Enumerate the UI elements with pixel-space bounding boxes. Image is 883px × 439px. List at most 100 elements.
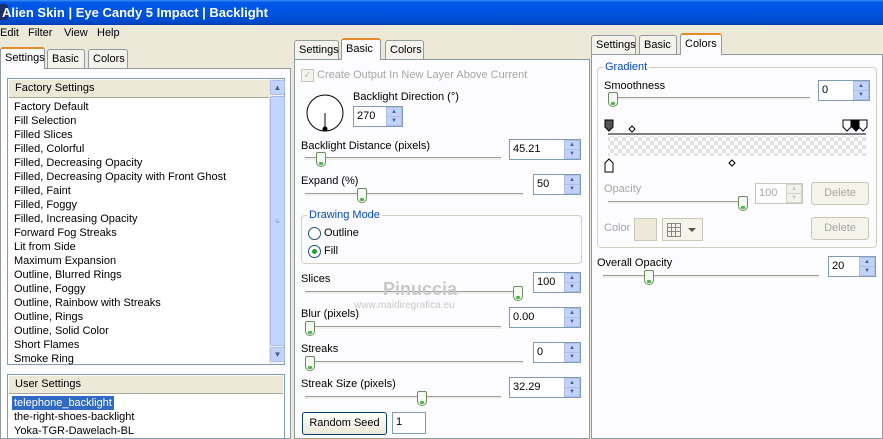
tab-basic-left[interactable]: Basic — [47, 49, 85, 69]
gradient-editor[interactable] — [602, 117, 870, 175]
title-bar[interactable]: Alien Skin | Eye Candy 5 Impact | Backli… — [0, 0, 883, 25]
menu-bar: Edit Filter View Help — [0, 25, 883, 43]
palette-grid-icon — [667, 223, 696, 237]
factory-setting-item[interactable]: Filled, Increasing Opacity — [14, 212, 138, 226]
random-seed-value: 1 — [396, 416, 403, 428]
blur-slider[interactable] — [305, 321, 315, 336]
color-picker-button[interactable] — [662, 218, 703, 241]
menu-edit[interactable]: Edit — [0, 27, 19, 39]
tab-basic-right[interactable]: Basic — [639, 35, 677, 55]
delete-color-button[interactable]: Delete — [811, 217, 869, 240]
streak-size-slider[interactable] — [416, 391, 427, 406]
streaks-spinner[interactable]: 0 ▲ ▼ — [533, 342, 581, 363]
smoothness-slider[interactable] — [608, 92, 618, 107]
streaks-track — [305, 361, 523, 365]
factory-setting-item[interactable]: Outline, Rings — [14, 310, 83, 324]
user-setting-item[interactable]: the-right-shoes-backlight — [14, 410, 134, 424]
slices-spinner[interactable]: 100 ▲ ▼ — [533, 272, 581, 293]
factory-setting-item[interactable]: Filled, Faint — [14, 184, 71, 198]
delete-opacity-button[interactable]: Delete — [811, 182, 869, 205]
opacity-value: 100 — [759, 187, 778, 199]
factory-setting-item[interactable]: Outline, Blurred Rings — [14, 268, 122, 282]
direction-dial[interactable] — [305, 93, 345, 133]
random-seed-button[interactable]: Random Seed — [302, 412, 387, 435]
opacity-track — [608, 201, 748, 205]
color-label: Color — [604, 222, 631, 234]
factory-setting-item[interactable]: Forward Fog Streaks — [14, 226, 117, 240]
tab-colors-right[interactable]: Colors — [680, 33, 722, 55]
spin-down-icon[interactable]: ▼ — [564, 352, 580, 362]
expand-label: Expand (%) — [301, 175, 359, 187]
backlight-direction-spinner[interactable]: 270 ▲ ▼ — [353, 106, 403, 127]
tab-colors-left[interactable]: Colors — [88, 49, 128, 69]
spin-down-icon[interactable]: ▼ — [386, 116, 402, 126]
spin-down-icon[interactable]: ▼ — [564, 184, 580, 194]
factory-setting-item[interactable]: Filled, Decreasing Opacity — [14, 156, 142, 170]
factory-setting-item[interactable]: Smoke Ring — [14, 352, 74, 366]
menu-view[interactable]: View — [64, 27, 88, 39]
fill-radio[interactable] — [308, 245, 321, 258]
slices-slider[interactable] — [513, 286, 523, 301]
overall-opacity-slider[interactable] — [644, 270, 655, 285]
expand-slider[interactable] — [357, 188, 367, 203]
blur-value: 0.00 — [513, 311, 535, 323]
factory-setting-item[interactable]: Outline, Solid Color — [14, 324, 109, 338]
create-output-label: Create Output In New Layer Above Current — [317, 69, 528, 81]
user-setting-item[interactable]: Yoka-TGR-Dawelach-BL — [14, 424, 134, 438]
factory-setting-item[interactable]: Factory Default — [14, 100, 89, 114]
factory-settings-list[interactable]: Factory Settings Factory Default Fill Sel… — [7, 78, 285, 365]
spin-down-icon[interactable]: ▼ — [564, 282, 580, 292]
tab-colors-mid[interactable]: Colors — [385, 40, 424, 60]
menu-help[interactable]: Help — [97, 27, 120, 39]
overall-opacity-spinner[interactable]: 20 ▲ ▼ — [828, 256, 876, 277]
scroll-down-icon[interactable]: ▼ — [270, 347, 285, 362]
drawing-mode-group — [301, 215, 582, 264]
tab-settings-right[interactable]: Settings — [591, 35, 636, 55]
random-seed-input[interactable]: 1 — [392, 412, 426, 434]
create-output-checkbox[interactable]: ✓ — [301, 69, 314, 82]
backlight-distance-value: 45.21 — [513, 143, 541, 155]
scroll-thumb[interactable]: ≡ — [270, 96, 285, 346]
factory-setting-item[interactable]: Short Flames — [14, 338, 79, 352]
scroll-up-icon[interactable]: ▲ — [270, 80, 285, 95]
spin-down-icon[interactable]: ▼ — [564, 149, 580, 159]
factory-setting-item[interactable]: Filled, Colorful — [14, 142, 84, 156]
backlight-distance-track — [305, 157, 501, 161]
overall-opacity-label: Overall Opacity — [597, 257, 673, 269]
expand-spinner[interactable]: 50 ▲ ▼ — [533, 174, 581, 195]
menu-filter[interactable]: Filter — [28, 27, 52, 39]
color-swatch[interactable] — [634, 218, 657, 241]
opacity-spinner[interactable]: 100 ▲ ▼ — [755, 183, 803, 204]
spin-down-icon[interactable]: ▼ — [786, 193, 802, 203]
streak-size-spinner[interactable]: 32.29 ▲ ▼ — [509, 377, 581, 398]
factory-setting-item[interactable]: Lit from Side — [14, 240, 76, 254]
factory-setting-item[interactable]: Outline, Foggy — [14, 282, 86, 296]
factory-list-scrollbar[interactable]: ▲ ≡ ▼ — [269, 79, 285, 364]
spin-down-icon[interactable]: ▼ — [853, 90, 869, 100]
user-settings-list[interactable]: User Settings telephone_backlight the-rig… — [7, 374, 285, 439]
tab-settings-mid[interactable]: Settings — [294, 40, 339, 60]
factory-setting-item[interactable]: Outline, Rainbow with Streaks — [14, 296, 161, 310]
smoothness-spinner[interactable]: 0 ▲ ▼ — [818, 80, 870, 101]
factory-setting-item[interactable]: Filled Slices — [14, 128, 73, 142]
blur-spinner[interactable]: 0.00 ▲ ▼ — [509, 307, 581, 328]
outline-radio[interactable] — [308, 227, 321, 240]
factory-setting-item[interactable]: Maximum Expansion — [14, 254, 116, 268]
factory-setting-item[interactable]: Fill Selection — [14, 114, 76, 128]
spin-down-icon[interactable]: ▼ — [859, 266, 875, 276]
watermark-site: www.maidiregrafica.eu — [354, 300, 455, 311]
spin-down-icon[interactable]: ▼ — [564, 317, 580, 327]
user-setting-item[interactable]: telephone_backlight — [12, 396, 114, 410]
spin-down-icon[interactable]: ▼ — [564, 387, 580, 397]
opacity-slider[interactable] — [738, 196, 748, 211]
backlight-distance-slider[interactable] — [316, 152, 327, 167]
backlight-direction-label: Backlight Direction (°) — [353, 91, 459, 103]
backlight-distance-spinner[interactable]: 45.21 ▲ ▼ — [509, 139, 581, 160]
streaks-slider[interactable] — [305, 356, 315, 371]
blur-track — [305, 326, 501, 330]
tab-basic-mid[interactable]: Basic — [341, 38, 381, 60]
factory-setting-item[interactable]: Filled, Decreasing Opacity with Front Gh… — [14, 170, 226, 184]
factory-setting-item[interactable]: Filled, Foggy — [14, 198, 77, 212]
tab-settings-left[interactable]: Settings — [0, 47, 45, 69]
outline-radio-label: Outline — [324, 227, 359, 239]
